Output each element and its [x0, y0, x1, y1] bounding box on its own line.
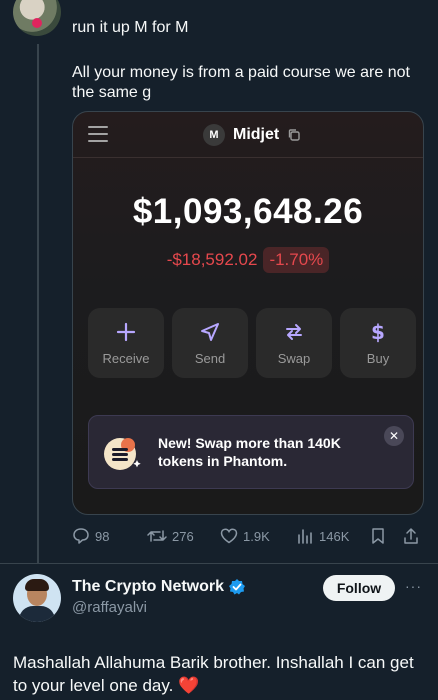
views-count: 146K — [319, 528, 350, 544]
avatar[interactable] — [13, 0, 61, 36]
more-options-icon[interactable]: ··· — [405, 578, 422, 594]
share-icon — [404, 528, 418, 544]
avatar-body — [19, 606, 55, 622]
share-button[interactable] — [402, 527, 420, 545]
reply-button[interactable]: 98 — [72, 527, 109, 545]
close-icon: ✕ — [384, 426, 404, 446]
post-text: All your money is from a paid course we … — [72, 64, 410, 101]
account-name: Midjet — [233, 126, 280, 143]
send-button: Send — [172, 308, 248, 378]
reply-line: run it up M for M — [72, 19, 189, 36]
buy-button: $ Buy — [340, 308, 416, 378]
receive-button: Receive — [88, 308, 164, 378]
change-amount: -$18,592.02 — [166, 250, 258, 269]
swap-icon — [286, 323, 302, 340]
wallet-header: M Midjet — [73, 112, 423, 158]
author-name: The Crypto Network — [72, 578, 225, 595]
wallet-balance: $1,093,648.26 — [132, 192, 364, 231]
reply-icon — [73, 528, 89, 544]
wallet-actions: Receive Send Swap $ Buy — [88, 308, 416, 378]
balance-change: -$18,592.02 -1.70% — [73, 247, 423, 273]
reply-author[interactable]: The Crypto Network — [72, 578, 246, 596]
reply-text: Mashallah Allahuma Barik brother. Inshal… — [13, 653, 414, 695]
account-selector: M Midjet — [203, 124, 301, 146]
like-button[interactable]: 1.9K — [220, 527, 270, 545]
swap-button: Swap — [256, 308, 332, 378]
plus-icon — [116, 322, 136, 341]
swap-label: Swap — [277, 350, 311, 366]
attached-wallet-screenshot[interactable]: M Midjet $1,093,648.26 -$18,592.02 -1.70… — [72, 111, 424, 515]
copy-icon — [289, 129, 300, 141]
svg-text:$: $ — [371, 321, 385, 343]
verified-badge-icon — [229, 579, 246, 595]
follow-button[interactable]: Follow — [323, 575, 395, 601]
send-label: Send — [194, 350, 226, 366]
buy-label: Buy — [366, 350, 390, 366]
thread-line — [37, 44, 39, 564]
change-percent: -1.70% — [263, 247, 330, 273]
author-handle: @raffayalvi — [72, 599, 147, 616]
bookmark-button[interactable] — [370, 527, 386, 545]
retweet-icon — [147, 530, 167, 542]
receive-label: Receive — [102, 350, 150, 366]
avatar-badge-dot — [32, 18, 42, 28]
heart-icon — [220, 528, 238, 544]
menu-icon — [88, 126, 108, 144]
views-icon — [298, 529, 312, 544]
account-badge: M — [203, 124, 225, 146]
banner-text: New! Swap more than 140K tokens in Phant… — [158, 435, 341, 469]
retweet-button[interactable]: 276 — [147, 527, 194, 545]
retweet-count: 276 — [172, 528, 194, 544]
send-icon — [201, 322, 219, 341]
views-button[interactable]: 146K — [296, 527, 349, 545]
bookmark-icon — [372, 528, 384, 544]
reply-count: 98 — [95, 528, 110, 544]
promo-banner: New! Swap more than 140K tokens in Phant… — [88, 415, 414, 489]
tweet-actions: 98 276 1.9K 146K — [72, 524, 424, 548]
reply-avatar[interactable] — [13, 574, 61, 622]
dollar-icon: $ — [371, 321, 385, 343]
like-count: 1.9K — [243, 528, 270, 544]
swap-promo-icon — [104, 438, 141, 470]
divider — [0, 563, 438, 564]
avatar-hair — [25, 579, 49, 591]
